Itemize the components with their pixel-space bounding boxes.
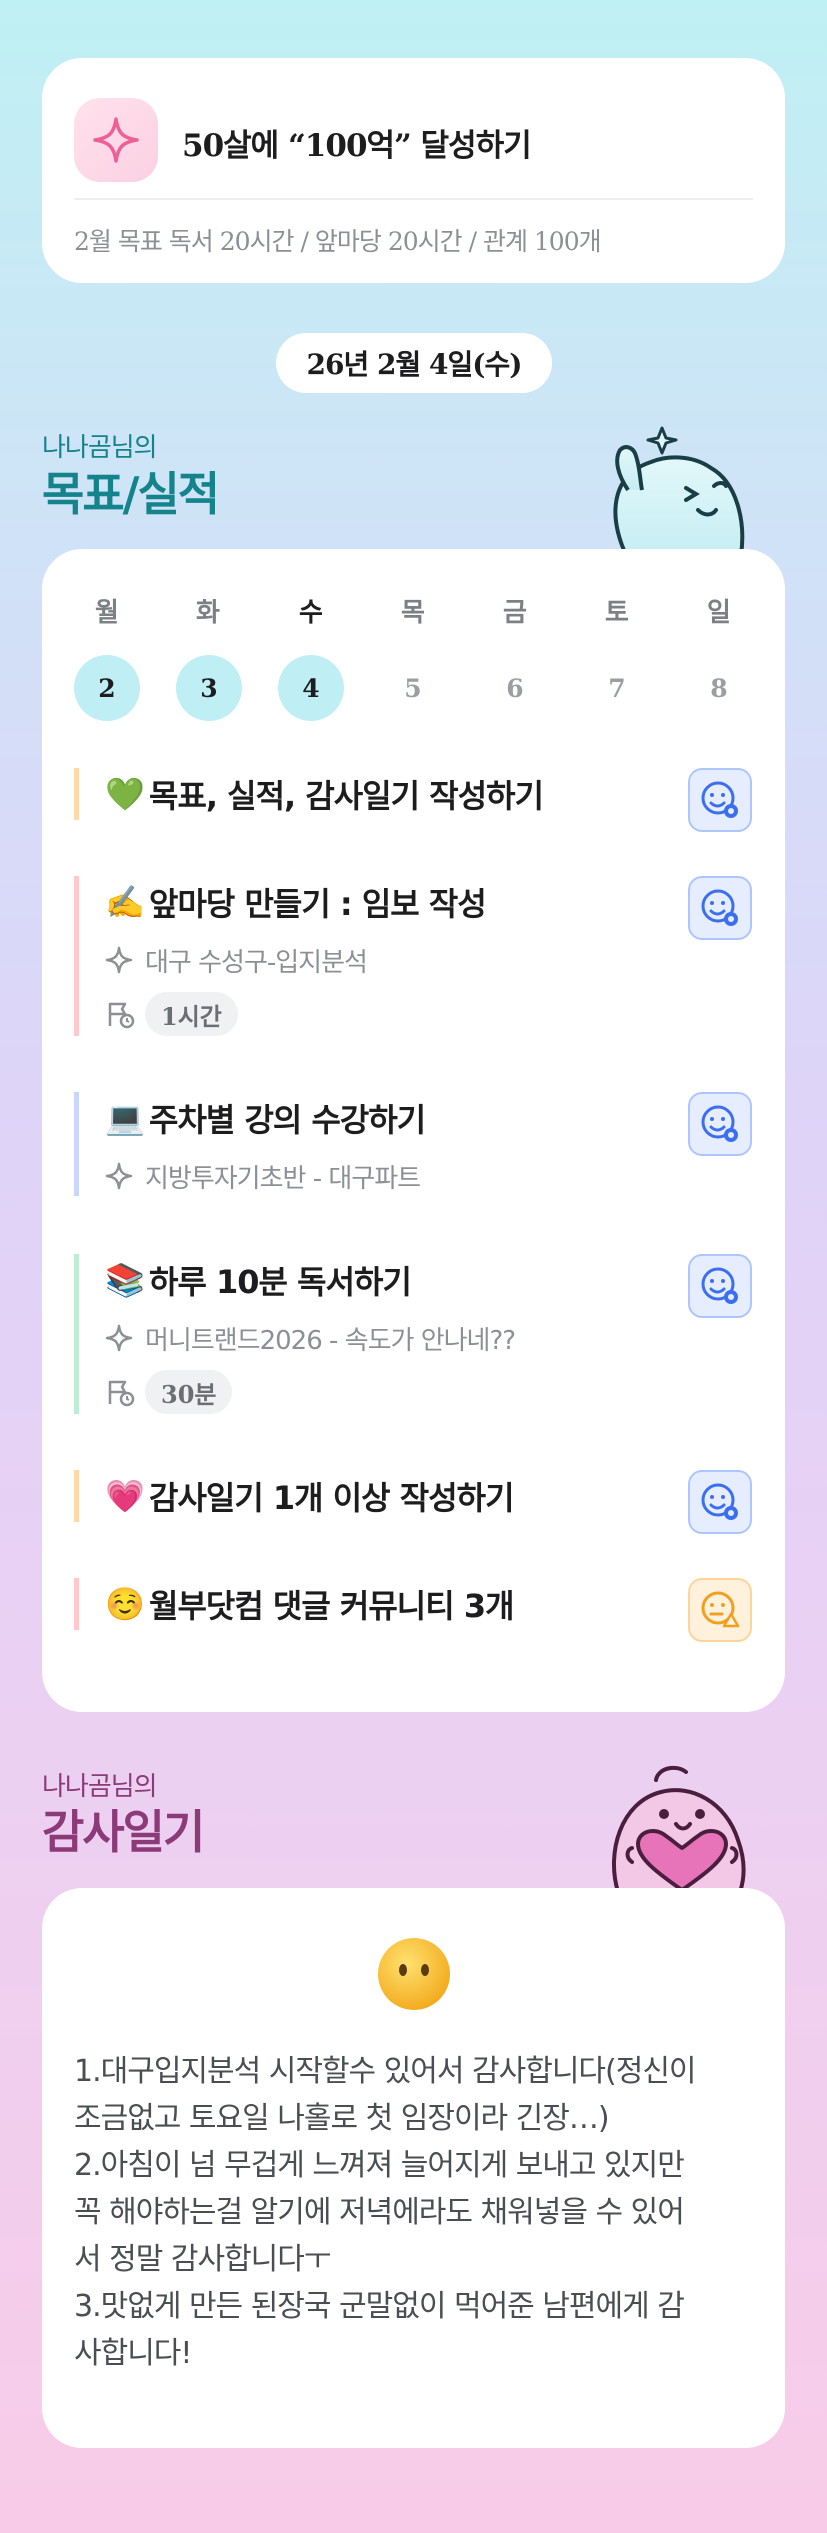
task-title: 감사일기 1개 이상 작성하기 [149, 1479, 515, 1517]
goals-section-title: 목표/실적 [42, 467, 220, 521]
day-7[interactable]: 7 [584, 655, 650, 721]
task-item[interactable]: 📚 하루 10분 독서하기 머니트랜드2026 - 속도가 안나네?? 30분 [74, 1254, 674, 1414]
task-subtitle: 지방투자기초반 - 대구파트 [145, 1163, 421, 1194]
task-title: 월부닷컴 댓글 커뮤니티 3개 [149, 1587, 515, 1625]
sparkle-outline-icon [105, 1162, 145, 1190]
task-title: 주차별 강의 수강하기 [149, 1101, 426, 1139]
sparkle-outline-icon [105, 946, 145, 974]
date-pill[interactable]: 26년 2월 4일(수) [276, 333, 552, 393]
smile-status-icon[interactable] [688, 768, 752, 832]
weekday-label-thu: 목 [401, 598, 425, 628]
task-emoji: 💚 [105, 775, 145, 813]
smile-status-icon[interactable] [688, 1254, 752, 1318]
weekday-label-fri: 금 [503, 598, 527, 628]
sparkle-icon [74, 98, 158, 182]
smile-status-icon[interactable] [688, 1092, 752, 1156]
gratitude-section-title: 감사일기 [42, 1805, 205, 1859]
flag-timer-icon [105, 1377, 145, 1407]
smile-status-icon[interactable] [688, 876, 752, 940]
sparkle-outline-icon [105, 1324, 145, 1352]
task-emoji: 📚 [105, 1261, 145, 1299]
task-title: 목표, 실적, 감사일기 작성하기 [149, 777, 544, 815]
weekday-label-tue: 화 [196, 598, 220, 628]
task-emoji: 💻 [105, 1099, 145, 1137]
day-4[interactable]: 4 [278, 655, 344, 721]
weekday-label-wed: 수 [299, 598, 323, 628]
weekday-label-sat: 토 [605, 598, 629, 628]
weekday-label-mon: 월 [95, 598, 119, 628]
task-emoji: 💗 [105, 1477, 145, 1515]
goal-card[interactable]: 50살에 “100억” 달성하기 2월 목표 독서 20시간 / 앞마당 20시… [42, 58, 785, 283]
task-item[interactable]: 💗 감사일기 1개 이상 작성하기 [74, 1470, 674, 1522]
task-emoji: ✍️ [105, 883, 145, 921]
divider [74, 198, 753, 200]
task-title: 앞마당 만들기 : 임보 작성 [149, 885, 487, 923]
task-item[interactable]: 💚 목표, 실적, 감사일기 작성하기 [74, 768, 674, 820]
gratitude-text: 1.대구입지분석 시작할수 있어서 감사합니다(정신이 조금없고 토요일 나홀로… [74, 2054, 697, 2371]
task-item[interactable]: ☺️ 월부닷컴 댓글 커뮤니티 3개 [74, 1578, 674, 1630]
gratitude-card: 1.대구입지분석 시작할수 있어서 감사합니다(정신이 조금없고 토요일 나홀로… [42, 1888, 785, 2448]
smile-status-icon[interactable] [688, 1470, 752, 1534]
warning-face-status-icon[interactable] [688, 1578, 752, 1642]
day-6[interactable]: 6 [482, 655, 548, 721]
task-item[interactable]: ✍️ 앞마당 만들기 : 임보 작성 대구 수성구-입지분석 1시간 [74, 876, 674, 1036]
task-item[interactable]: 💻 주차별 강의 수강하기 지방투자기초반 - 대구파트 [74, 1092, 674, 1196]
goal-title: 50살에 “100억” 달성하기 [182, 128, 532, 164]
task-subtitle: 대구 수성구-입지분석 [145, 947, 368, 978]
mascot-heart-icon [612, 1765, 746, 1892]
day-3[interactable]: 3 [176, 655, 242, 721]
task-title: 하루 10분 독서하기 [149, 1263, 412, 1301]
day-2[interactable]: 2 [74, 655, 140, 721]
flag-timer-icon [105, 999, 145, 1029]
neutral-face-emoji-icon [378, 1938, 450, 2010]
time-badge: 30분 [145, 1370, 233, 1414]
time-badge: 1시간 [145, 992, 238, 1036]
day-8[interactable]: 8 [686, 655, 752, 721]
mascot-waving-icon [613, 426, 745, 555]
goal-subtitle: 2월 목표 독서 20시간 / 앞마당 20시간 / 관계 100개 [74, 227, 602, 256]
weekday-label-sun: 일 [707, 598, 731, 628]
day-5[interactable]: 5 [380, 655, 446, 721]
task-subtitle: 머니트랜드2026 - 속도가 안나네?? [145, 1325, 516, 1356]
task-emoji: ☺️ [105, 1585, 145, 1623]
